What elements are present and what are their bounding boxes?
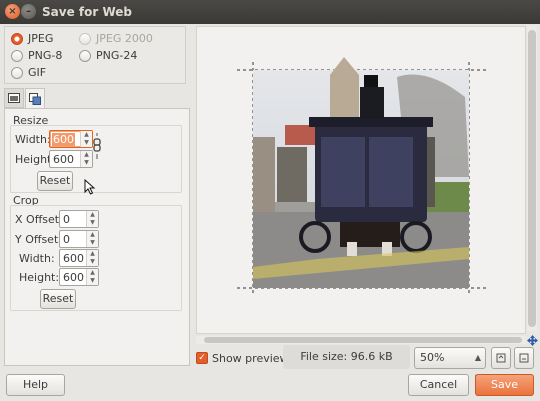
- crop-height-value: 600: [63, 271, 84, 284]
- horizontal-scrollbar[interactable]: [196, 336, 526, 344]
- chain-link-icon[interactable]: [92, 133, 102, 159]
- file-size-status: File size: 96.6 kB: [283, 345, 410, 369]
- zoom-original-button[interactable]: [514, 347, 534, 369]
- format-png8-radio[interactable]: PNG-8: [11, 49, 62, 62]
- horizontal-scroll-thumb[interactable]: [204, 337, 522, 343]
- resize-reset-button[interactable]: Reset: [37, 171, 73, 191]
- format-gif-label: GIF: [28, 66, 47, 79]
- format-jpeg2000-label: JPEG 2000: [96, 32, 153, 45]
- radio-icon: [79, 32, 91, 45]
- resize-height-value: 600: [53, 153, 74, 166]
- hearse-photo: [253, 57, 469, 288]
- spin-arrows-icon[interactable]: ▲ ▼: [86, 211, 98, 227]
- cancel-button[interactable]: Cancel: [408, 374, 469, 396]
- crop-width-input[interactable]: 600 ▲ ▼: [59, 249, 99, 267]
- preview-pane[interactable]: [196, 26, 526, 334]
- resize-height-input[interactable]: 600 ▲ ▼: [49, 150, 93, 168]
- format-png24-label: PNG-24: [96, 49, 138, 62]
- save-button[interactable]: Save: [475, 374, 534, 396]
- image-settings-icon: [8, 93, 20, 103]
- crop-height-label: Height:: [19, 271, 60, 284]
- crop-x-offset-value: 0: [63, 213, 70, 226]
- spin-arrows-icon[interactable]: ▲ ▼: [80, 151, 92, 167]
- mouse-pointer-icon: [84, 179, 96, 195]
- show-preview-toggle[interactable]: ✓ Show preview: [196, 348, 289, 368]
- format-jpeg2000-radio: JPEG 2000: [79, 32, 153, 45]
- crop-width-value: 600: [63, 252, 84, 265]
- vertical-scroll-thumb[interactable]: [528, 30, 536, 327]
- crop-x-offset-input[interactable]: 0 ▲ ▼: [59, 210, 99, 228]
- zoom-value: 50%: [420, 351, 445, 364]
- radio-icon: [11, 49, 23, 62]
- format-png8-label: PNG-8: [28, 49, 63, 62]
- radio-icon: [11, 66, 23, 79]
- format-selector: JPEG JPEG 2000 PNG-8 PNG-24 GIF: [4, 26, 186, 84]
- format-gif-radio[interactable]: GIF: [11, 66, 46, 79]
- zoom-fit-icon: [496, 353, 506, 363]
- crop-reset-button[interactable]: Reset: [40, 289, 76, 309]
- minimize-window-icon[interactable]: –: [21, 4, 36, 19]
- zoom-select[interactable]: 50% ▲▼: [414, 347, 486, 382]
- radio-selected-icon: [11, 32, 23, 45]
- spin-arrows-icon[interactable]: ▲ ▼: [86, 269, 98, 285]
- spin-arrows-icon[interactable]: ▲ ▼: [80, 131, 92, 147]
- format-png24-radio[interactable]: PNG-24: [79, 49, 137, 62]
- format-jpeg-radio[interactable]: JPEG: [11, 32, 53, 45]
- spin-arrows-icon[interactable]: ▲ ▼: [86, 231, 98, 247]
- crop-height-input[interactable]: 600 ▲ ▼: [59, 268, 99, 286]
- resize-width-label: Width:: [15, 133, 51, 146]
- radio-icon: [79, 49, 91, 62]
- vertical-scrollbar[interactable]: [527, 26, 537, 331]
- format-jpeg-label: JPEG: [28, 32, 54, 45]
- resize-icon: [29, 93, 41, 105]
- checkbox-checked-icon[interactable]: ✓: [196, 352, 208, 364]
- zoom-original-icon: [519, 353, 529, 363]
- navigate-icon[interactable]: [527, 335, 538, 346]
- preview-canvas: [237, 57, 487, 295]
- tab-resize-crop[interactable]: [25, 88, 45, 109]
- window-title: Save for Web: [42, 5, 132, 19]
- tab-image-settings[interactable]: [4, 88, 24, 108]
- show-preview-label: Show preview: [212, 351, 289, 365]
- title-bar: × – Save for Web: [0, 0, 540, 24]
- zoom-fit-button[interactable]: [491, 347, 511, 369]
- spin-arrows-icon[interactable]: ▲ ▼: [86, 250, 98, 266]
- close-window-icon[interactable]: ×: [5, 4, 20, 19]
- crop-y-offset-value: 0: [63, 233, 70, 246]
- crop-y-offset-input[interactable]: 0 ▲ ▼: [59, 230, 99, 248]
- resize-width-input[interactable]: 600 ▲ ▼: [49, 130, 93, 148]
- crop-width-label: Width:: [19, 252, 55, 265]
- crop-x-offset-label: X Offset:: [15, 213, 63, 226]
- crop-y-offset-label: Y Offset:: [15, 233, 62, 246]
- help-button[interactable]: Help: [6, 374, 65, 396]
- resize-width-value: 600: [52, 133, 75, 146]
